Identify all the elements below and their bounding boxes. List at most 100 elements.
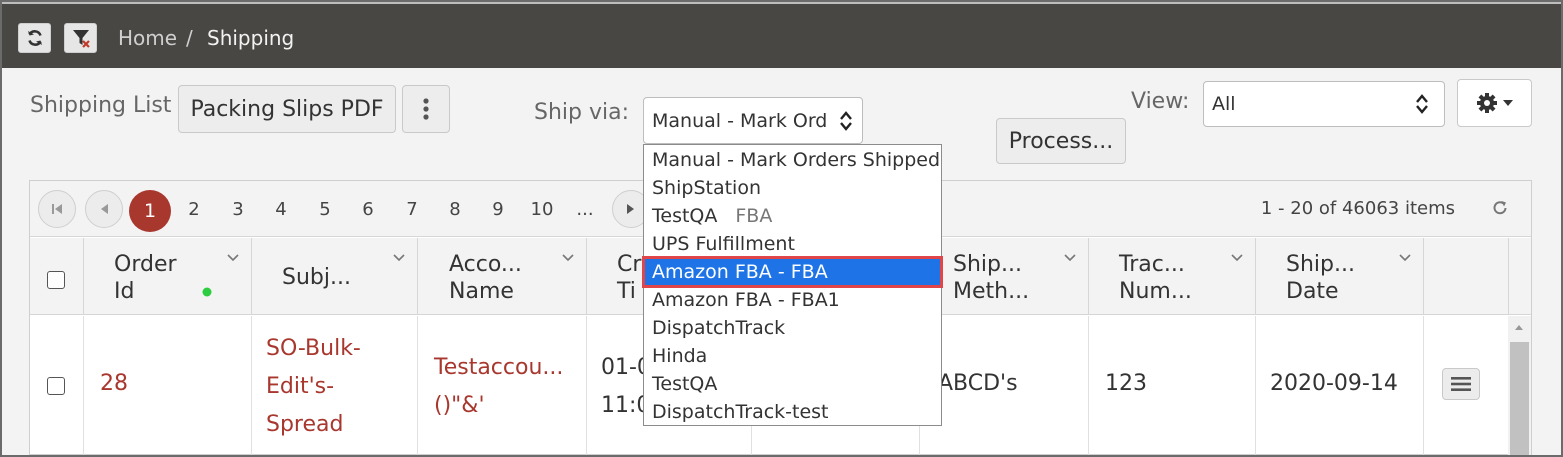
breadcrumb-home[interactable]: Home (118, 26, 177, 50)
column-header-account-name[interactable]: Acco... Name (418, 238, 587, 315)
scrollbar-thumb[interactable] (1510, 342, 1529, 456)
header-select-all-cell (30, 238, 84, 315)
first-page-button[interactable] (38, 190, 76, 228)
select-arrows-icon (1416, 94, 1428, 114)
page-link[interactable]: 5 (310, 199, 340, 220)
row-checkbox[interactable] (47, 377, 65, 395)
page-active[interactable]: 1 (129, 190, 171, 232)
view-select[interactable]: All (1203, 81, 1445, 127)
ship-method-cell: ABCD's (920, 316, 1089, 456)
page-link[interactable]: 6 (353, 199, 383, 220)
select-arrows-icon (840, 110, 852, 131)
prev-page-button[interactable] (85, 190, 123, 228)
column-title: Subj... (282, 265, 351, 290)
column-title: Cr (617, 252, 642, 277)
option-tag: FBA (735, 205, 773, 227)
packing-slips-pdf-button[interactable]: Packing Slips PDF (178, 85, 396, 133)
subject-line: SO-Bulk- (266, 336, 361, 361)
page-link[interactable]: 10 (527, 199, 557, 220)
kebab-menu-icon (423, 98, 429, 120)
ship-via-dropdown-list: Manual - Mark Orders Shipped ShipStation… (642, 144, 943, 426)
ship-via-option[interactable]: TestQA (644, 370, 941, 398)
subject-line: Spread (266, 412, 344, 437)
column-title: Ship... (1286, 252, 1355, 277)
ship-via-value: Manual - Mark Ord (652, 109, 828, 132)
ship-date-value: 2020-09-14 (1270, 371, 1398, 396)
order-id-cell: 28 (84, 316, 252, 456)
tracking-number-cell: 123 (1089, 316, 1256, 456)
shipping-list-label: Shipping List (30, 93, 172, 118)
account-link[interactable]: Testaccou... ()"&' (434, 349, 563, 425)
items-info: 1 - 20 of 46063 items (1260, 198, 1455, 219)
ship-via-option[interactable]: Manual - Mark Orders Shipped (644, 146, 941, 174)
tracking-number-value: 123 (1105, 371, 1147, 396)
account-name-cell: Testaccou... ()"&' (418, 316, 587, 456)
chevron-down-icon (562, 254, 574, 262)
filter-clear-icon (72, 30, 90, 48)
hamburger-menu-icon (1451, 377, 1471, 391)
page-link[interactable]: 3 (223, 199, 253, 220)
ship-via-option[interactable]: ShipStation (644, 174, 941, 202)
page-link[interactable]: 4 (266, 199, 296, 220)
column-title: Id (114, 279, 135, 304)
reload-icon[interactable] (1491, 199, 1509, 217)
order-id-link[interactable]: 28 (100, 371, 128, 396)
vertical-scrollbar[interactable] (1508, 316, 1531, 456)
row-actions-button[interactable] (1442, 368, 1480, 400)
ship-via-option[interactable]: Hinda (644, 342, 941, 370)
column-title: Trac... (1119, 252, 1185, 277)
ship-via-option[interactable]: TestQA FBA (644, 202, 941, 230)
first-page-icon (52, 204, 62, 214)
row-select-cell (30, 316, 84, 456)
column-header-actions (1424, 238, 1509, 315)
more-actions-button[interactable] (402, 85, 450, 133)
page-ellipsis[interactable]: ... (570, 199, 600, 220)
page-link[interactable]: 9 (483, 199, 513, 220)
ship-via-option-selected[interactable]: Amazon FBA - FBA (642, 256, 943, 288)
column-header-order-id[interactable]: Order Id (84, 238, 252, 315)
column-header-tracking-number[interactable]: Trac... Num... (1089, 238, 1256, 315)
subject-line: Edit's- (266, 374, 335, 399)
breadcrumb-separator: / (186, 26, 193, 50)
gear-icon (1476, 93, 1497, 113)
process-button[interactable]: Process... (996, 118, 1126, 164)
clear-filter-button[interactable] (64, 23, 97, 53)
ship-via-option[interactable]: DispatchTrack-test (644, 398, 941, 426)
top-bar: Home / Shipping (0, 0, 1563, 68)
next-page-icon (627, 204, 634, 214)
view-label: View: (1131, 89, 1190, 114)
subject-link[interactable]: SO-Bulk- Edit's- Spread (266, 330, 361, 444)
chevron-down-icon (1399, 254, 1411, 262)
view-value: All (1212, 93, 1236, 115)
column-title: Order (114, 252, 177, 277)
column-header-subject[interactable]: Subj... (252, 238, 418, 315)
ship-via-select[interactable]: Manual - Mark Ord (643, 97, 863, 144)
select-all-checkbox[interactable] (47, 271, 65, 289)
caret-down-icon (1502, 100, 1513, 106)
ship-via-option[interactable]: DispatchTrack (644, 314, 941, 342)
ship-via-option[interactable]: Amazon FBA - FBA1 (644, 286, 941, 314)
ship-via-option[interactable]: UPS Fulfillment (644, 230, 941, 258)
page-link[interactable]: 8 (440, 199, 470, 220)
page-link[interactable]: 2 (179, 199, 209, 220)
chevron-down-icon (1064, 254, 1076, 262)
column-header-ship-method-visible[interactable]: Ship... Meth... (920, 238, 1089, 315)
actions-cell (1424, 316, 1509, 456)
column-title: Name (449, 279, 514, 304)
ship-date-cell: 2020-09-14 (1256, 316, 1424, 456)
chevron-down-icon (1231, 254, 1243, 262)
refresh-icon (27, 30, 42, 46)
column-title: Meth... (953, 279, 1030, 304)
scroll-up-icon[interactable] (1514, 324, 1524, 331)
column-title: Date (1286, 279, 1339, 304)
chevron-down-icon (393, 254, 405, 262)
settings-button[interactable] (1457, 79, 1532, 127)
ship-via-label: Ship via: (534, 100, 630, 125)
refresh-button[interactable] (18, 23, 51, 53)
column-header-ship-date[interactable]: Ship... Date (1256, 238, 1424, 315)
column-title: Ti (617, 279, 636, 304)
page-link[interactable]: 7 (397, 199, 427, 220)
column-title: Num... (1119, 279, 1192, 304)
ship-method-value: ABCD's (938, 371, 1018, 396)
prev-page-icon (101, 204, 108, 214)
